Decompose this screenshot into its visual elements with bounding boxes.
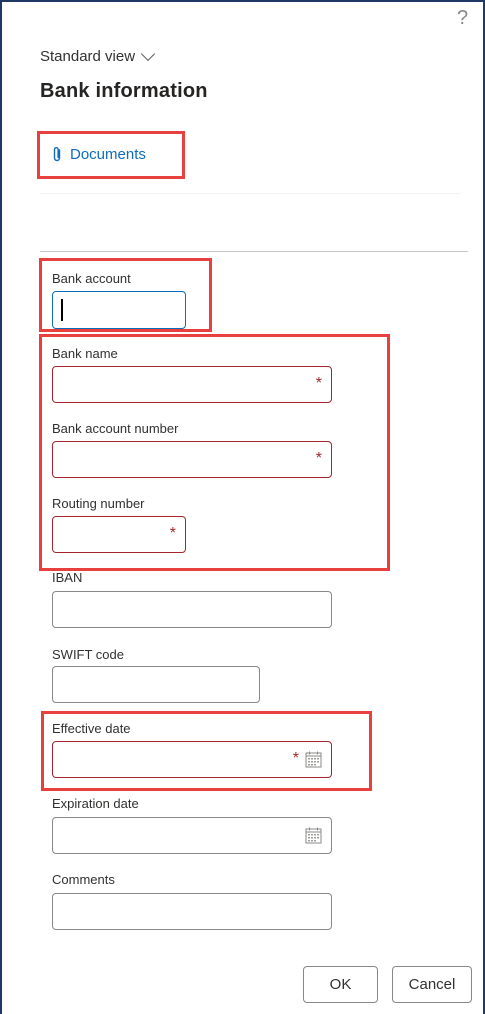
- highlight-documents: [37, 131, 185, 179]
- iban-label: IBAN: [52, 570, 83, 585]
- highlight-bank-details: [39, 334, 390, 571]
- comments-label: Comments: [52, 872, 115, 887]
- swift-code-label: SWIFT code: [52, 647, 125, 662]
- expiration-date-label: Expiration date: [52, 796, 139, 811]
- expiration-date-input[interactable]: [52, 817, 332, 854]
- highlight-bank-account: [39, 258, 212, 332]
- help-icon[interactable]: ?: [457, 8, 468, 28]
- swift-code-input[interactable]: [52, 666, 260, 703]
- chevron-down-icon: [140, 46, 156, 62]
- frame-left-border: [0, 0, 2, 1014]
- view-selector[interactable]: Standard view: [40, 46, 156, 65]
- ok-button[interactable]: OK: [303, 966, 378, 1003]
- frame-top-border: [0, 0, 485, 2]
- view-selector-label: Standard view: [40, 48, 136, 65]
- divider: [40, 251, 468, 252]
- page-title: Bank information: [40, 80, 208, 102]
- separator: [40, 193, 460, 194]
- highlight-effective-date: [41, 711, 372, 791]
- iban-input[interactable]: [52, 591, 332, 628]
- calendar-icon[interactable]: [305, 827, 322, 844]
- comments-input[interactable]: [52, 893, 332, 930]
- cancel-button[interactable]: Cancel: [392, 966, 472, 1003]
